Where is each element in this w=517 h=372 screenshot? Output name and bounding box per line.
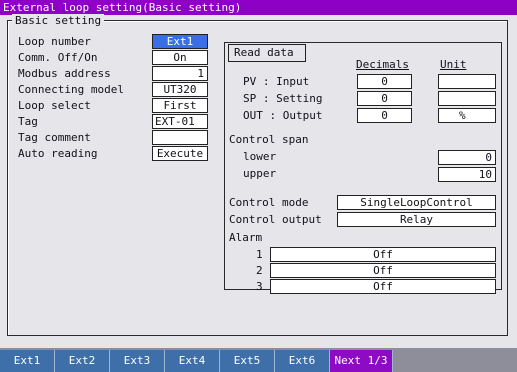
auto-reading-button[interactable]: Execute: [152, 146, 208, 161]
tab-ext3[interactable]: Ext3: [110, 350, 165, 372]
control-output-field[interactable]: Relay: [337, 212, 496, 227]
tag-label: Tag: [18, 115, 38, 128]
span-upper-field[interactable]: 10: [438, 167, 496, 182]
control-span-label: Control span: [229, 133, 309, 146]
softkey-tabs: Ext1 Ext2 Ext3 Ext4 Ext5 Ext6 Next 1/3: [0, 350, 393, 372]
alarm-3-number: 3: [256, 280, 263, 293]
sp-setting-label: SP : Setting: [243, 92, 323, 105]
alarm-2-number: 2: [256, 264, 263, 277]
loop-select-label: Loop select: [18, 99, 91, 112]
control-output-label: Control output: [229, 213, 322, 226]
window-title: External loop setting(Basic setting): [0, 0, 517, 15]
decimals-header: Decimals: [356, 58, 409, 71]
loop-number-label: Loop number: [18, 35, 91, 48]
tab-next-page[interactable]: Next 1/3: [330, 350, 393, 372]
out-decimals-field[interactable]: 0: [357, 108, 412, 123]
out-unit-field[interactable]: %: [438, 108, 496, 123]
tab-ext2[interactable]: Ext2: [55, 350, 110, 372]
alarm-2-field[interactable]: Off: [270, 263, 496, 278]
span-lower-field[interactable]: 0: [438, 150, 496, 165]
tag-comment-field[interactable]: [152, 130, 208, 145]
tab-ext6[interactable]: Ext6: [275, 350, 330, 372]
tab-ext1[interactable]: Ext1: [0, 350, 55, 372]
modbus-address-field[interactable]: 1: [152, 66, 208, 81]
comm-field[interactable]: On: [152, 50, 208, 65]
control-mode-field[interactable]: SingleLoopControl: [337, 195, 496, 210]
loop-select-field[interactable]: First: [152, 98, 208, 113]
span-upper-label: upper: [243, 167, 277, 180]
alarm-1-field[interactable]: Off: [270, 247, 496, 262]
read-data-button[interactable]: Read data: [228, 44, 306, 62]
modbus-address-label: Modbus address: [18, 67, 111, 80]
out-output-label: OUT : Output: [243, 109, 323, 122]
loop-number-field[interactable]: Ext1: [152, 34, 208, 49]
tab-ext5[interactable]: Ext5: [220, 350, 275, 372]
auto-reading-label: Auto reading: [18, 147, 98, 160]
pv-input-label: PV : Input: [243, 75, 310, 88]
alarm-3-field[interactable]: Off: [270, 279, 496, 294]
connecting-model-label: Connecting model: [18, 83, 124, 96]
alarm-label: Alarm: [229, 231, 263, 244]
connecting-model-field[interactable]: UT320: [152, 82, 208, 97]
alarm-1-number: 1: [256, 248, 263, 261]
pv-decimals-field[interactable]: 0: [357, 74, 412, 89]
pv-unit-field[interactable]: [438, 74, 496, 89]
unit-header: Unit: [440, 58, 467, 71]
span-lower-label: lower: [243, 150, 277, 163]
tag-comment-label: Tag comment: [18, 131, 91, 144]
comm-label: Comm. Off/On: [18, 51, 98, 64]
basic-setting-label: Basic setting: [12, 14, 105, 27]
tag-field[interactable]: EXT-01: [152, 114, 208, 129]
sp-decimals-field[interactable]: 0: [357, 91, 412, 106]
sp-unit-field[interactable]: [438, 91, 496, 106]
control-mode-label: Control mode: [229, 196, 309, 209]
tab-ext4[interactable]: Ext4: [165, 350, 220, 372]
